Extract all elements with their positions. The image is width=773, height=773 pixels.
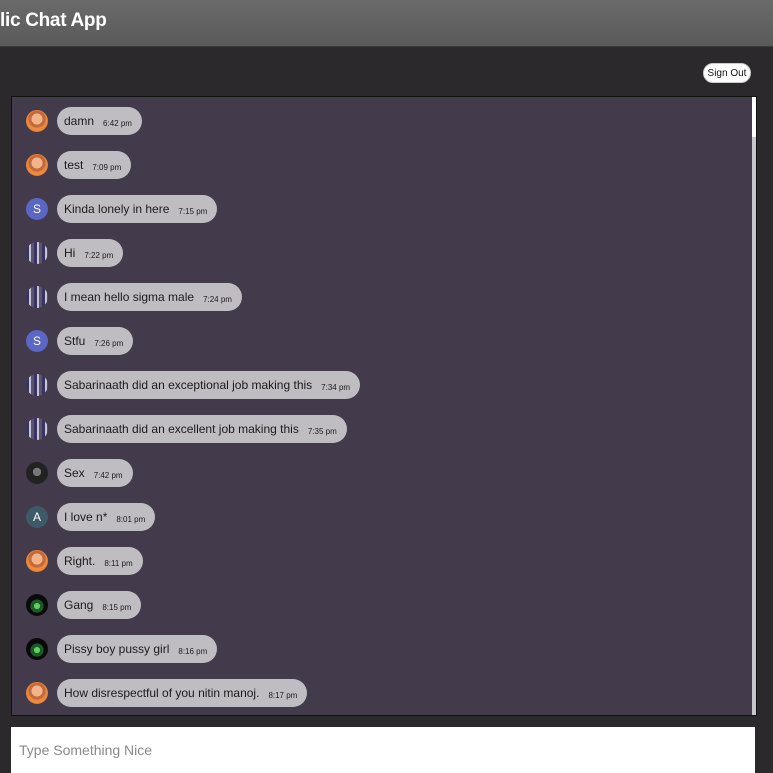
user-avatar-icon	[26, 242, 48, 264]
user-avatar-icon	[26, 462, 48, 484]
message-text: I love n*	[64, 510, 108, 524]
message-timestamp: 7:24 pm	[203, 294, 232, 304]
app-title: lic Chat App	[0, 10, 107, 31]
user-avatar-icon	[26, 594, 48, 616]
message-text: Sabarinaath did an excellent job making …	[64, 422, 299, 436]
message-text: Pissy boy pussy girl	[64, 642, 170, 656]
message-row: test 7:09 pm	[26, 150, 132, 180]
message-bubble: Sabarinaath did an excellent job making …	[57, 415, 347, 443]
scrollbar-thumb[interactable]	[752, 97, 756, 137]
message-row: damn 6:42 pm	[26, 106, 142, 136]
user-avatar-icon: S	[26, 330, 48, 352]
user-avatar-icon	[26, 682, 48, 704]
message-timestamp: 8:15 pm	[102, 602, 132, 612]
message-input[interactable]	[11, 727, 755, 773]
message-timestamp: 7:22 pm	[84, 250, 114, 260]
message-row: How disrespectful of you nitin manoj. 8:1…	[26, 678, 308, 708]
user-avatar-icon	[26, 374, 48, 396]
message-text: test	[64, 158, 84, 172]
message-timestamp: 7:26 pm	[94, 338, 124, 348]
message-row: Pissy boy pussy girl 8:16 pm	[26, 634, 218, 664]
message-row: S Kinda lonely in here 7:15 pm	[26, 194, 218, 224]
message-text: Stfu	[64, 334, 86, 348]
app-header: lic Chat App	[0, 0, 773, 47]
user-avatar-icon	[26, 154, 48, 176]
message-bubble: Sabarinaath did an exceptional job makin…	[57, 371, 361, 399]
message-bubble: I love n* 8:01 pm	[57, 503, 156, 531]
message-row: Sabarinaath did an exceptional job makin…	[26, 370, 361, 400]
message-timestamp: 8:17 pm	[268, 690, 298, 700]
message-row: A I love n* 8:01 pm	[26, 502, 156, 532]
message-timestamp: 7:35 pm	[307, 426, 337, 436]
message-timestamp: 8:11 pm	[104, 558, 133, 568]
message-text: Gang	[64, 598, 94, 612]
message-row: I mean hello sigma male 7:24 pm	[26, 282, 242, 312]
user-avatar-icon	[26, 286, 48, 308]
sign-out-button[interactable]: Sign Out	[703, 63, 751, 83]
message-timestamp: 8:16 pm	[178, 646, 208, 656]
message-row: Sex 7:42 pm	[26, 458, 133, 488]
user-avatar-icon	[26, 418, 48, 440]
message-row: Gang 8:15 pm	[26, 590, 142, 620]
user-avatar-icon: A	[26, 506, 48, 528]
message-text: Right.	[64, 554, 96, 568]
message-list[interactable]: damn 6:42 pm test 7:09 pm S Kinda lonely in h…	[11, 96, 757, 716]
message-row: Sabarinaath did an excellent job making …	[26, 414, 347, 444]
user-avatar-icon: S	[26, 198, 48, 220]
user-avatar-icon	[26, 638, 48, 660]
message-bubble: Sex 7:42 pm	[57, 459, 133, 487]
message-timestamp: 8:01 pm	[116, 514, 146, 524]
message-bubble: Kinda lonely in here 7:15 pm	[57, 195, 218, 223]
message-timestamp: 7:15 pm	[178, 206, 208, 216]
message-text: Hi	[64, 246, 76, 260]
message-text: damn	[64, 114, 95, 128]
message-text: I mean hello sigma male	[64, 290, 195, 304]
message-timestamp: 7:42 pm	[93, 470, 123, 480]
message-text: Kinda lonely in here	[64, 202, 170, 216]
message-text: Sex	[64, 466, 85, 480]
message-bubble: test 7:09 pm	[57, 151, 132, 179]
user-avatar-icon	[26, 550, 48, 572]
message-row: S Stfu 7:26 pm	[26, 326, 134, 356]
message-bubble: damn 6:42 pm	[57, 107, 142, 135]
message-bubble: Right. 8:11 pm	[57, 547, 143, 575]
message-bubble: Hi 7:22 pm	[57, 239, 124, 267]
message-timestamp: 7:09 pm	[92, 162, 122, 172]
message-text: Sabarinaath did an exceptional job makin…	[64, 378, 313, 392]
message-bubble: I mean hello sigma male 7:24 pm	[57, 283, 242, 311]
user-avatar-icon	[26, 110, 48, 132]
message-bubble: Stfu 7:26 pm	[57, 327, 134, 355]
scrollbar-track[interactable]	[752, 97, 756, 715]
message-row: Hi 7:22 pm	[26, 238, 124, 268]
message-bubble: How disrespectful of you nitin manoj. 8:1…	[57, 679, 308, 707]
message-text: How disrespectful of you nitin manoj.	[64, 686, 260, 700]
message-bubble: Gang 8:15 pm	[57, 591, 142, 619]
message-bubble: Pissy boy pussy girl 8:16 pm	[57, 635, 218, 663]
message-timestamp: 7:34 pm	[321, 382, 351, 392]
message-row: Right. 8:11 pm	[26, 546, 143, 576]
message-timestamp: 6:42 pm	[103, 118, 132, 128]
